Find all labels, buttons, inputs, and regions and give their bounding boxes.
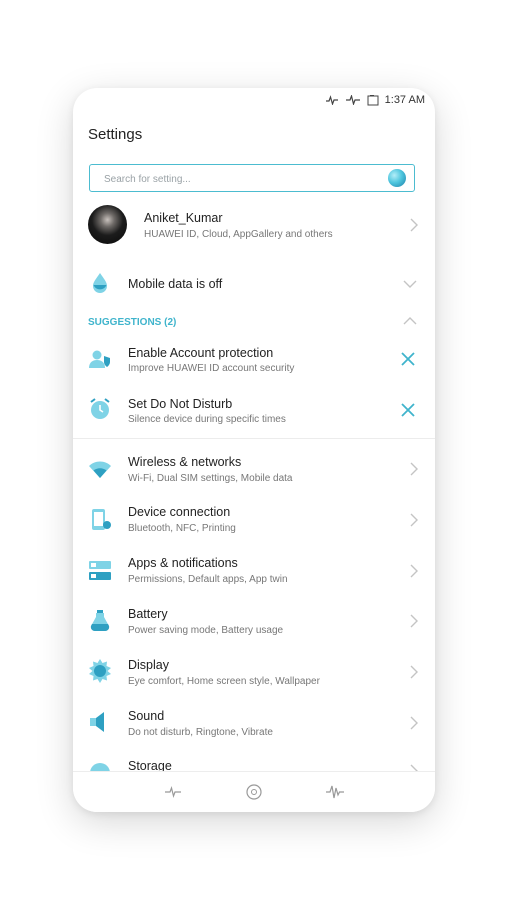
status-bar: 1:37 AM	[325, 92, 425, 108]
chevron-right-icon	[410, 716, 418, 730]
phone-screen: 1:37 AM Settings Aniket_Kumar HUAWEI ID,…	[73, 88, 435, 812]
settings-item-title: Display	[128, 658, 169, 672]
settings-item-subtitle: Do not disturb, Ringtone, Vibrate	[128, 727, 273, 738]
mobile-data-row[interactable]: Mobile data is off	[73, 266, 435, 302]
chevron-up-icon[interactable]	[403, 316, 417, 326]
sound-icon	[90, 712, 104, 732]
suggestion-title: Enable Account protection	[128, 346, 274, 360]
display-icon	[89, 659, 111, 683]
chevron-right-icon	[410, 218, 418, 232]
account-row[interactable]: Aniket_Kumar HUAWEI ID, Cloud, AppGaller…	[73, 198, 435, 252]
bluetooth-icon	[325, 95, 338, 105]
home-button-icon[interactable]	[244, 782, 264, 802]
navigation-bar	[73, 771, 435, 812]
suggestion-do-not-disturb[interactable]: Set Do Not Disturb Silence device during…	[73, 388, 435, 434]
settings-item-title: Apps & notifications	[128, 556, 238, 570]
chevron-right-icon	[410, 564, 418, 578]
search-bar[interactable]	[89, 164, 415, 193]
settings-item-display[interactable]: Display Eye comfort, Home screen style, …	[73, 648, 435, 698]
status-time: 1:37 AM	[384, 94, 425, 106]
settings-item-device-connection[interactable]: Device connection Bluetooth, NFC, Printi…	[73, 496, 435, 546]
voice-search-icon[interactable]	[388, 169, 406, 187]
chevron-down-icon[interactable]	[403, 279, 417, 289]
settings-item-sound[interactable]: Sound Do not disturb, Ringtone, Vibrate	[73, 699, 435, 749]
suggestion-account-protection[interactable]: Enable Account protection Improve HUAWEI…	[73, 338, 435, 384]
alarm-clock-icon	[90, 398, 110, 419]
page-title: Settings	[88, 126, 143, 143]
account-protection-icon	[89, 350, 110, 368]
suggestion-subtitle: Silence device during specific times	[128, 414, 286, 425]
wifi-icon	[89, 461, 111, 478]
search-input[interactable]	[102, 165, 376, 193]
suggestion-title: Set Do Not Disturb	[128, 397, 233, 411]
avatar	[88, 205, 127, 244]
settings-item-title: Battery	[128, 607, 168, 621]
settings-item-subtitle: Power saving mode, Battery usage	[128, 625, 284, 636]
settings-item-title: Wireless & networks	[128, 455, 242, 469]
settings-item-subtitle: Eye comfort, Home screen style, Wallpape…	[128, 676, 320, 687]
settings-item-battery[interactable]: Battery Power saving mode, Battery usage	[73, 598, 435, 648]
section-divider	[73, 438, 435, 439]
recents-button-icon[interactable]	[325, 782, 345, 802]
chevron-right-icon	[410, 462, 418, 476]
settings-item-subtitle: Permissions, Default apps, App twin	[128, 574, 288, 585]
mobile-data-label: Mobile data is off	[128, 277, 223, 291]
settings-item-apps[interactable]: Apps & notifications Permissions, Defaul…	[73, 547, 435, 597]
water-drop-icon	[93, 273, 107, 293]
dismiss-icon[interactable]	[401, 403, 415, 417]
chevron-right-icon	[410, 665, 418, 679]
settings-item-wireless[interactable]: Wireless & networks Wi-Fi, Dual SIM sett…	[73, 446, 435, 496]
suggestion-subtitle: Improve HUAWEI ID account security	[128, 363, 295, 374]
apps-icon	[89, 561, 111, 580]
settings-item-subtitle: Bluetooth, NFC, Printing	[128, 523, 236, 534]
back-button-icon[interactable]	[163, 782, 183, 802]
chevron-right-icon	[410, 513, 418, 527]
settings-item-title: Sound	[128, 709, 165, 723]
account-name: Aniket_Kumar	[144, 211, 223, 225]
dismiss-icon[interactable]	[401, 352, 415, 366]
signal-icon	[345, 95, 360, 105]
chevron-right-icon	[410, 614, 418, 628]
settings-item-title: Device connection	[128, 505, 231, 519]
account-subtitle: HUAWEI ID, Cloud, AppGallery and others	[144, 229, 333, 240]
device-connection-icon	[92, 509, 111, 530]
suggestions-header: SUGGESTIONS (2)	[88, 317, 177, 328]
battery-status-icon	[367, 94, 379, 105]
battery-icon	[90, 610, 110, 632]
settings-item-subtitle: Wi-Fi, Dual SIM settings, Mobile data	[128, 473, 293, 484]
